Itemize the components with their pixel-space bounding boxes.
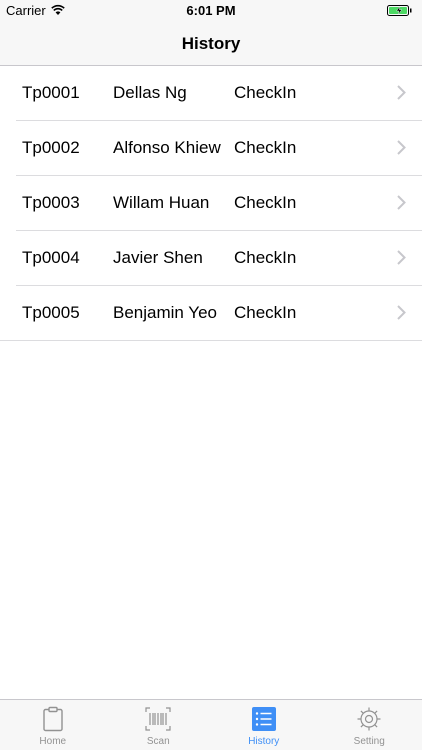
tab-scan[interactable]: Scan <box>106 700 212 750</box>
page-title: History <box>181 34 241 53</box>
ticket-id: Tp0003 <box>22 193 80 212</box>
ticket-id: Tp0004 <box>22 248 80 267</box>
check-status: CheckIn <box>234 83 297 102</box>
chevron-right-icon <box>397 85 406 100</box>
ticket-id: Tp0002 <box>22 138 80 157</box>
chevron-right-icon <box>397 250 406 265</box>
tab-label: Setting <box>353 736 385 747</box>
history-row[interactable]: Tp0003 Willam Huan CheckIn <box>0 176 422 231</box>
person-name: Javier Shen <box>113 248 203 267</box>
status-bar: Carrier 6:01 PM <box>0 0 422 22</box>
history-row[interactable]: Tp0004 Javier Shen CheckIn <box>0 231 422 286</box>
history-row[interactable]: Tp0005 Benjamin Yeo CheckIn <box>0 286 422 341</box>
history-row[interactable]: Tp0001 Dellas Ng CheckIn <box>0 66 422 121</box>
person-name: Benjamin Yeo <box>113 303 217 322</box>
tab-history[interactable]: History <box>211 700 317 750</box>
list-icon <box>251 707 276 731</box>
ticket-id: Tp0001 <box>22 83 80 102</box>
history-row[interactable]: Tp0002 Alfonso Khiew CheckIn <box>0 121 422 176</box>
person-name: Alfonso Khiew <box>113 138 221 157</box>
check-status: CheckIn <box>234 193 297 212</box>
check-status: CheckIn <box>234 303 297 322</box>
gear-icon <box>357 707 381 731</box>
chevron-right-icon <box>397 305 406 320</box>
navigation-bar: History <box>0 22 422 66</box>
tab-setting[interactable]: Setting <box>317 700 422 750</box>
history-list: Tp0001 Dellas Ng CheckIn Tp0002 Alfonso … <box>0 66 422 341</box>
ticket-id: Tp0005 <box>22 303 80 322</box>
check-status: CheckIn <box>234 248 297 267</box>
person-name: Willam Huan <box>113 193 210 212</box>
tab-label: Home <box>39 736 67 747</box>
clock-label: 6:01 PM <box>186 3 236 18</box>
battery-icon <box>387 5 412 16</box>
barcode-icon <box>145 707 171 731</box>
person-name: Dellas Ng <box>113 83 187 102</box>
clipboard-icon <box>43 706 63 732</box>
check-status: CheckIn <box>234 138 297 157</box>
tab-home[interactable]: Home <box>0 700 106 750</box>
tab-bar: Home Scan History Setting <box>0 699 422 750</box>
chevron-right-icon <box>397 140 406 155</box>
tab-label: Scan <box>146 736 170 747</box>
chevron-right-icon <box>397 195 406 210</box>
tab-label: History <box>248 736 280 747</box>
